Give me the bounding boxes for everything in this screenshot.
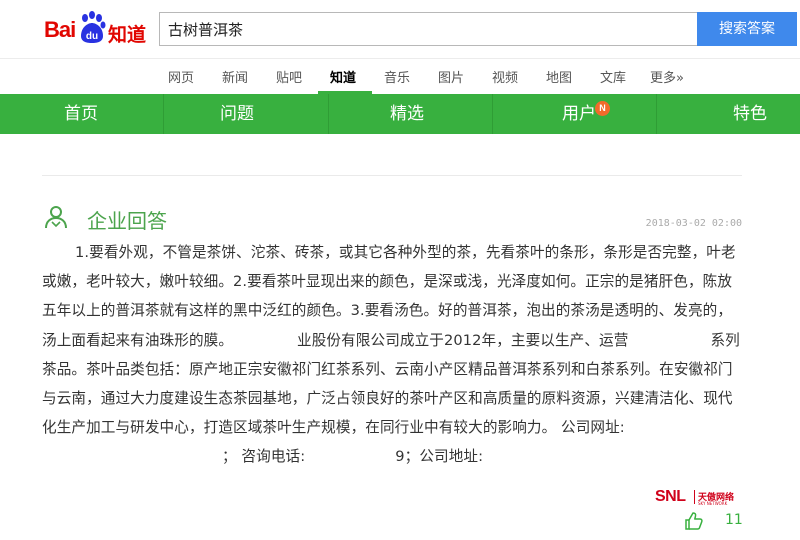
nav-music[interactable]: 音乐 <box>384 67 410 86</box>
snl-watermark: SNL 天傲网络 SKY NETWORK <box>655 486 745 508</box>
logo-zhidao-text: 知道 <box>108 24 147 46</box>
answer-timestamp: 2018-03-02 02:00 <box>645 218 742 229</box>
redacted-block <box>628 333 711 348</box>
logo-du-text: du <box>86 31 98 42</box>
nav-web[interactable]: 网页 <box>168 67 194 86</box>
top-header: Bai du 知道 搜索答案 <box>0 0 800 58</box>
nav-news[interactable]: 新闻 <box>222 67 248 86</box>
menu-users-label: 用户 <box>562 104 596 124</box>
menu-divider <box>492 94 493 134</box>
nav-more[interactable]: 更多» <box>650 67 684 86</box>
baidu-zhidao-logo[interactable]: Bai du 知道 <box>44 8 154 48</box>
watermark-bar <box>694 490 695 504</box>
nav-images[interactable]: 图片 <box>438 67 464 86</box>
redacted-block <box>233 333 298 348</box>
nav-zhidao[interactable]: 知道 <box>330 67 356 86</box>
menu-divider <box>656 94 657 134</box>
nav-wenku[interactable]: 文库 <box>600 67 626 86</box>
menu-featured[interactable]: 精选 <box>390 94 424 134</box>
menu-divider <box>163 94 164 134</box>
thumbs-up-icon <box>685 512 703 530</box>
nav-video[interactable]: 视频 <box>492 67 518 86</box>
menu-questions[interactable]: 问题 <box>220 94 254 134</box>
nav-map[interactable]: 地图 <box>546 67 572 86</box>
content-divider <box>42 175 742 176</box>
new-badge: N <box>595 101 610 116</box>
search-box <box>159 12 698 46</box>
redacted-block <box>42 450 222 465</box>
answer-body: 1.要看外观，不管是茶饼、沱茶、砖茶，或其它各种外型的茶，先看茶叶的条形，条形是… <box>42 238 744 472</box>
redacted-block <box>305 450 396 465</box>
product-nav: 网页 新闻 贴吧 知道 音乐 图片 视频 地图 文库 更多» <box>0 58 800 94</box>
like-button[interactable]: 11 <box>684 510 754 534</box>
menu-special[interactable]: 特色 <box>733 94 767 134</box>
search-input[interactable] <box>160 13 698 45</box>
search-answer-button[interactable]: 搜索答案 <box>697 12 797 46</box>
answer-text-part4: ； 咨询电话: <box>222 448 306 466</box>
main-menu-bar: 首页 问题 精选 用户 N 特色 <box>0 94 800 134</box>
menu-divider <box>328 94 329 134</box>
enterprise-answer-title: 企业回答 <box>87 209 167 233</box>
paw-logo-icon: du <box>81 11 106 43</box>
answer-text-part2: 业股份有限公司成立于2012年，主要以生产、运营 <box>297 331 629 349</box>
watermark-en: SKY NETWORK <box>698 501 728 506</box>
nav-tieba[interactable]: 贴吧 <box>276 67 302 86</box>
enterprise-user-icon <box>45 206 67 229</box>
menu-users[interactable]: 用户 N <box>562 94 610 134</box>
watermark-snl: SNL <box>655 488 686 505</box>
logo-bai-text: Bai <box>44 17 76 42</box>
menu-home[interactable]: 首页 <box>64 94 98 134</box>
like-count: 11 <box>725 512 743 528</box>
answer-text-part5: 9；公司地址: <box>395 448 484 466</box>
